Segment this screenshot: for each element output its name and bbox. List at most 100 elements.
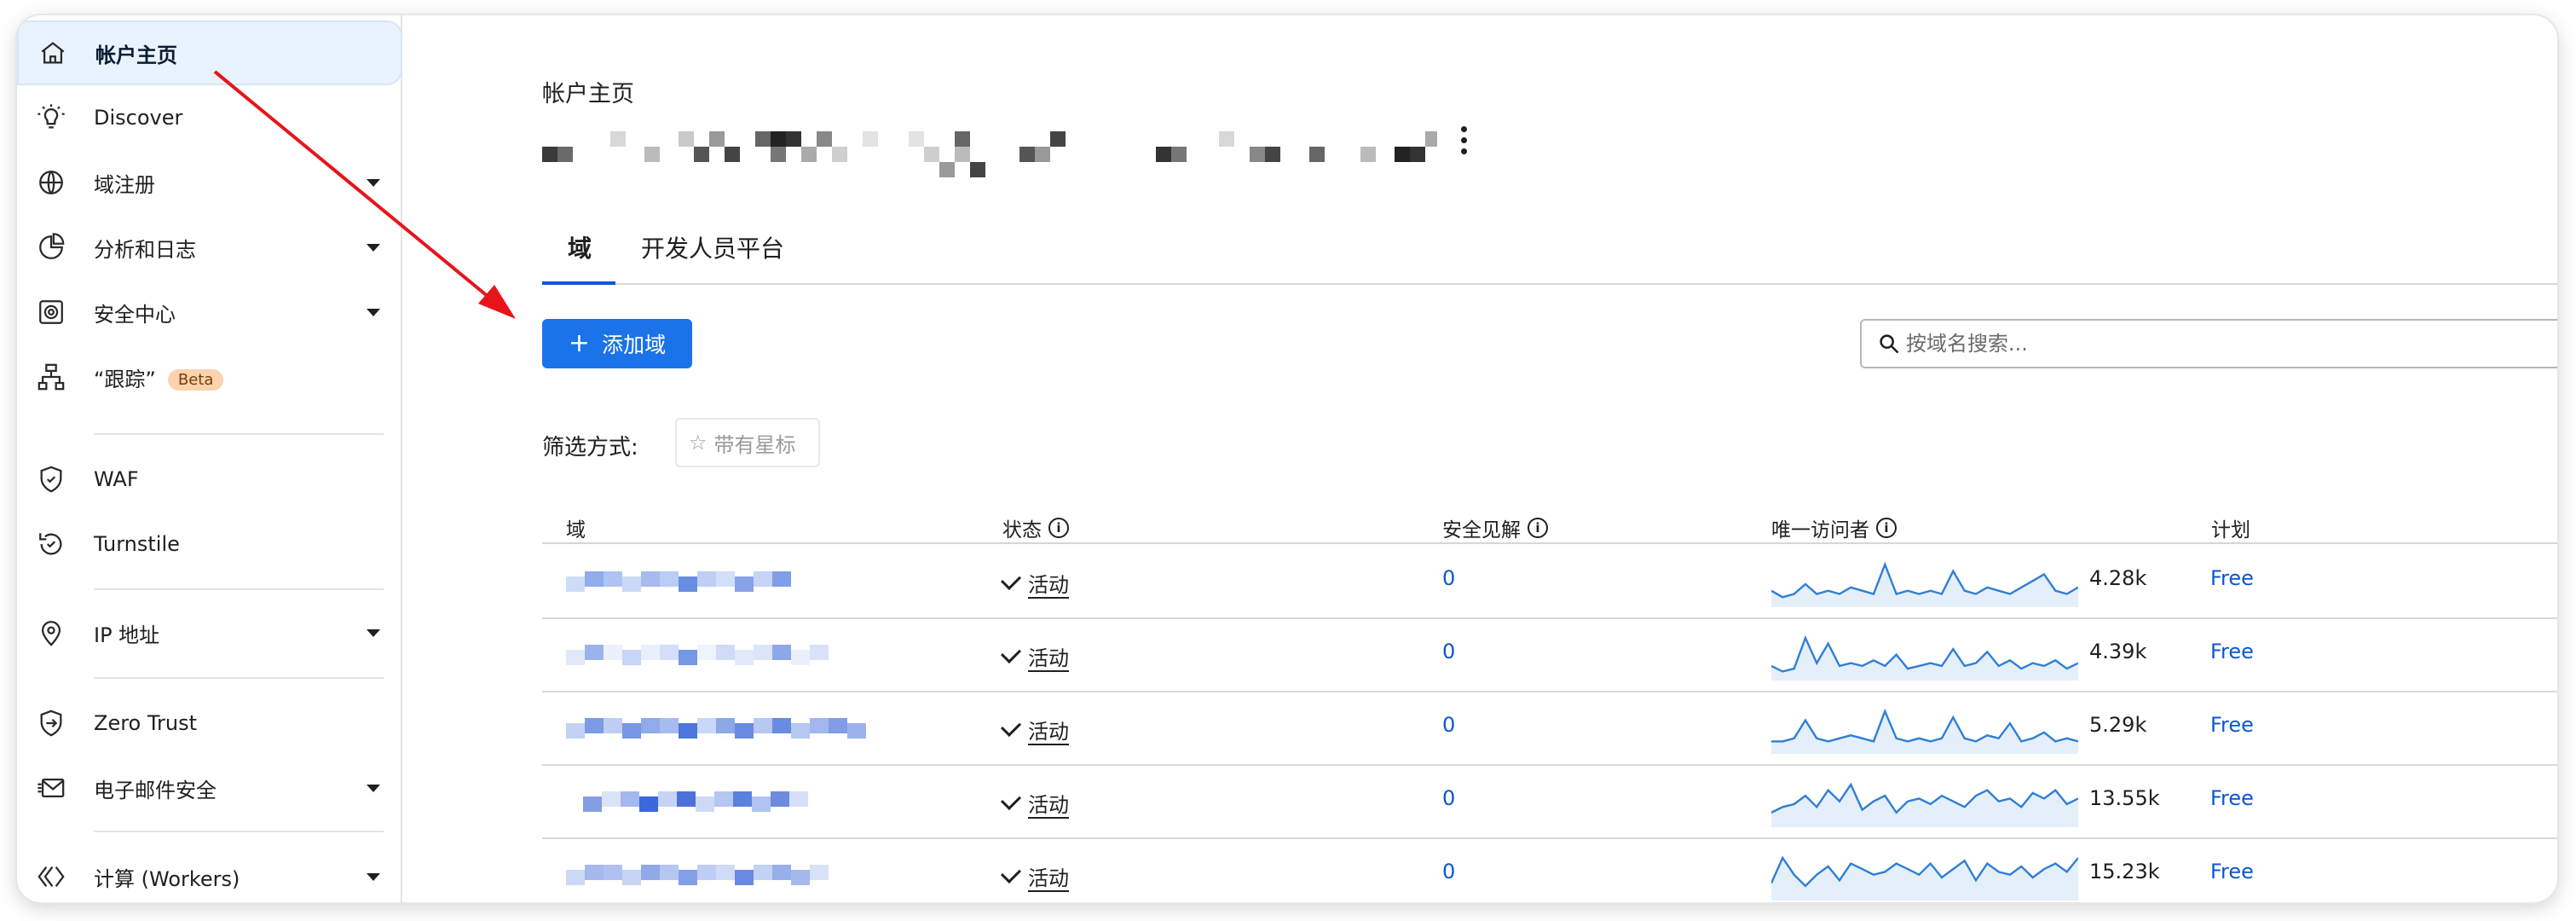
plan-link[interactable]: Free <box>2210 566 2254 590</box>
sidebar-item-turnstile[interactable]: Turnstile <box>17 512 402 576</box>
status-link[interactable]: 活动 <box>1028 715 1069 744</box>
sidebar-item-label: 域注册 <box>94 172 155 197</box>
domain-name-redacted[interactable] <box>566 706 890 744</box>
info-icon[interactable]: i <box>1048 518 1069 538</box>
column-header-plan[interactable]: 计划 <box>2211 513 2250 542</box>
column-header-unique-visitors[interactable]: 唯一访问者 i <box>1771 513 1897 542</box>
status-cell: 活动 <box>1000 641 1069 671</box>
column-header-label: 计划 <box>2211 519 2250 542</box>
info-icon[interactable]: i <box>1528 518 1548 538</box>
sidebar-item-label: 电子邮件安全 <box>94 778 217 802</box>
star-icon: ☆ <box>689 431 708 455</box>
domain-search <box>1860 319 2557 368</box>
unique-visitors-value: 15.23k <box>2089 860 2160 883</box>
visitors-sparkline <box>1771 634 2078 681</box>
sidebar-item-label: IP 地址 <box>94 623 160 647</box>
column-header-label: 安全见解 <box>1442 519 1521 542</box>
plan-link[interactable]: Free <box>2210 786 2254 810</box>
plan-link[interactable]: Free <box>2210 640 2254 663</box>
add-domain-label: 添加域 <box>602 333 667 357</box>
active-tab-indicator <box>542 281 615 285</box>
info-icon[interactable]: i <box>1876 518 1897 538</box>
starred-filter-label: 带有星标 <box>713 432 796 457</box>
tab-bar: 域 开发人员平台 <box>542 211 2557 285</box>
page-title: 帐户主页 <box>542 81 634 107</box>
status-cell: 活动 <box>1000 861 1069 891</box>
domain-name-redacted[interactable] <box>566 853 890 890</box>
table-row[interactable]: 活动 0 13.55k Free <box>542 766 2557 839</box>
column-header-status[interactable]: 状态 i <box>1002 513 1069 542</box>
globe-icon <box>36 167 66 198</box>
sidebar-item-label: Turnstile <box>94 532 180 556</box>
search-input[interactable] <box>1906 327 2554 360</box>
sidebar: 帐户主页 Discover 域注册 分析和日志 安全中心 “跟踪” Beta W… <box>17 15 402 902</box>
chevron-down-icon <box>367 178 380 187</box>
sidebar-item-label: 分析和日志 <box>94 237 196 262</box>
status-link[interactable]: 活动 <box>1028 788 1069 818</box>
plus-icon: + <box>568 328 591 358</box>
plan-link[interactable]: Free <box>2210 860 2254 883</box>
sidebar-item-waf[interactable]: WAF <box>17 447 402 512</box>
visitors-sparkline <box>1771 561 2078 607</box>
sidebar-item-security-center[interactable]: 安全中心 <box>17 280 402 345</box>
sidebar-item-tracing[interactable]: “跟踪” Beta <box>17 345 402 409</box>
domain-name-redacted[interactable] <box>566 559 890 597</box>
security-insights-count[interactable]: 0 <box>1442 640 1455 663</box>
sidebar-item-domain-registration[interactable]: 域注册 <box>17 150 402 215</box>
domain-name-redacted[interactable] <box>566 779 890 817</box>
security-insights-count[interactable]: 0 <box>1442 860 1455 883</box>
sidebar-item-email-security[interactable]: 电子邮件安全 <box>17 756 402 820</box>
sidebar-item-zero-trust[interactable]: Zero Trust <box>17 691 402 756</box>
plan-link[interactable]: Free <box>2210 713 2254 737</box>
domain-name-redacted[interactable] <box>566 633 890 670</box>
check-icon <box>1000 642 1022 663</box>
column-header-domain[interactable]: 域 <box>566 513 586 542</box>
home-icon <box>38 38 68 68</box>
status-link[interactable]: 活动 <box>1028 568 1069 598</box>
check-icon <box>1000 789 1022 810</box>
chevron-down-icon <box>367 784 380 792</box>
sparkline-area <box>1771 711 2078 754</box>
table-row[interactable]: 活动 0 5.29k Free <box>542 692 2557 766</box>
status-cell: 活动 <box>1000 568 1069 598</box>
tab-developer-platform[interactable]: 开发人员平台 <box>641 230 784 264</box>
tab-domains[interactable]: 域 <box>568 230 592 264</box>
table-row[interactable]: 活动 0 15.23k Free <box>542 839 2557 902</box>
sparkline-area <box>1771 565 2078 607</box>
check-icon <box>1000 569 1022 590</box>
sidebar-item-label: Zero Trust <box>94 711 197 735</box>
security-insights-count[interactable]: 0 <box>1442 786 1455 810</box>
column-header-label: 状态 <box>1002 519 1042 542</box>
status-link[interactable]: 活动 <box>1028 861 1069 891</box>
table-row[interactable]: 活动 0 4.39k Free <box>542 619 2557 692</box>
waf-icon <box>36 464 66 495</box>
workers-icon <box>36 861 66 892</box>
sitemap-icon <box>36 362 66 392</box>
sidebar-item-ip-addresses[interactable]: IP 地址 <box>17 600 402 665</box>
sidebar-item-label: 帐户主页 <box>95 43 177 67</box>
sidebar-item-discover[interactable]: Discover <box>17 85 402 150</box>
status-link[interactable]: 活动 <box>1028 641 1069 671</box>
table-row[interactable]: 活动 0 4.28k Free <box>542 546 2557 619</box>
chevron-down-icon <box>367 308 380 316</box>
security-insights-count[interactable]: 0 <box>1442 713 1455 737</box>
beta-badge: Beta <box>167 369 224 391</box>
sidebar-item-account-home[interactable]: 帐户主页 <box>17 20 402 85</box>
more-options-icon[interactable] <box>1461 126 1468 157</box>
add-domain-button[interactable]: + 添加域 <box>542 319 692 368</box>
sidebar-item-analytics-logs[interactable]: 分析和日志 <box>17 215 402 280</box>
sidebar-item-label: 安全中心 <box>94 302 176 327</box>
pie-chart-icon <box>36 232 66 263</box>
sidebar-divider <box>94 433 384 435</box>
check-icon <box>1000 715 1022 737</box>
sparkline-area <box>1771 638 2078 681</box>
unique-visitors-value: 13.55k <box>2089 786 2160 810</box>
column-header-security-insights[interactable]: 安全见解 i <box>1442 513 1548 542</box>
sparkline-area <box>1771 858 2078 901</box>
security-insights-count[interactable]: 0 <box>1442 566 1455 590</box>
starred-filter-button[interactable]: ☆ 带有星标 <box>675 418 820 467</box>
sidebar-item-compute-workers[interactable]: 计算 (Workers) <box>17 844 402 902</box>
filter-label: 筛选方式: <box>542 435 638 460</box>
shield-icon <box>36 297 66 327</box>
check-icon <box>1000 862 1022 883</box>
